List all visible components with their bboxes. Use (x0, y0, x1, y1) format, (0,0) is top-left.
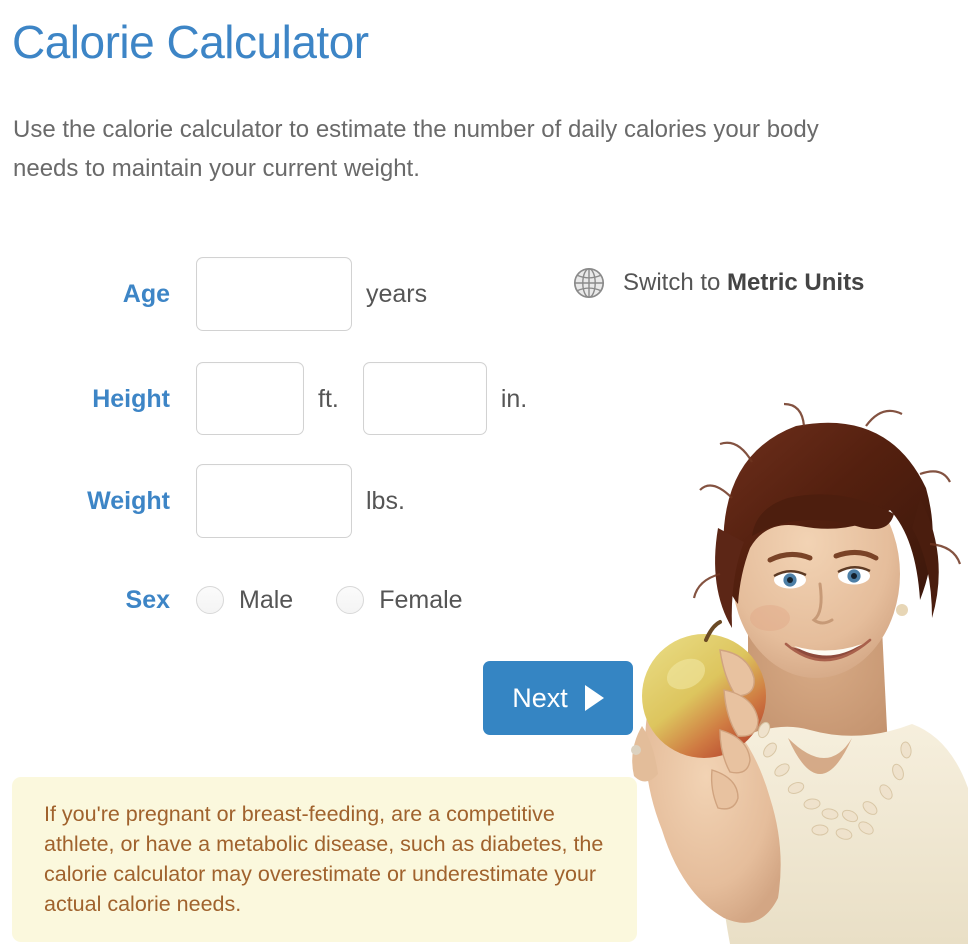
globe-icon (573, 267, 605, 299)
switch-to-metric-units-text: Switch to Metric Units (623, 268, 864, 298)
radio-male-icon[interactable] (196, 586, 224, 614)
sex-option-female-label: Female (379, 586, 463, 614)
weight-label: Weight (87, 487, 170, 515)
weight-input[interactable] (196, 464, 352, 538)
play-arrow-icon (584, 685, 604, 711)
sex-option-male-label: Male (239, 586, 294, 614)
height-label: Height (92, 384, 170, 413)
page-title: Calorie Calculator (12, 16, 369, 68)
age-label: Age (122, 280, 170, 308)
next-button-label: Next (512, 683, 568, 713)
age-input[interactable] (196, 257, 352, 331)
form-row-age: Age years (0, 257, 427, 331)
sex-option-male[interactable]: Male (196, 585, 293, 615)
sex-option-female[interactable]: Female (336, 585, 463, 615)
switch-prefix-text: Switch to (623, 269, 728, 296)
weight-unit-label: lbs. (366, 487, 405, 515)
page-subtitle: Use the calorie calculator to estimate t… (13, 116, 819, 182)
sex-label: Sex (125, 586, 170, 614)
switch-to-metric-units-link[interactable]: Switch to Metric Units (572, 266, 864, 300)
height-inches-input[interactable] (362, 362, 487, 435)
hero-photo (620, 378, 968, 944)
height-inches-unit-label: in. (500, 384, 528, 413)
metric-units-emphasis: Metric Units (727, 269, 865, 296)
warning-note-text: If you're pregnant or breast-feeding, ar… (44, 802, 604, 916)
form-row-sex: Sex Male Female (0, 585, 463, 615)
form-row-weight: Weight lbs. (0, 464, 405, 538)
radio-female-icon[interactable] (336, 586, 365, 614)
age-unit-label: years (366, 280, 428, 308)
height-feet-unit-label: ft. (318, 384, 339, 413)
next-button[interactable]: Next (483, 661, 633, 735)
sex-radio-group: Male Female (196, 585, 463, 615)
warning-note: If you're pregnant or breast-feeding, ar… (12, 777, 637, 942)
form-row-height: Height ft. in. (0, 362, 527, 435)
height-feet-input[interactable] (196, 362, 304, 435)
woman-with-apple-photo (620, 378, 968, 944)
